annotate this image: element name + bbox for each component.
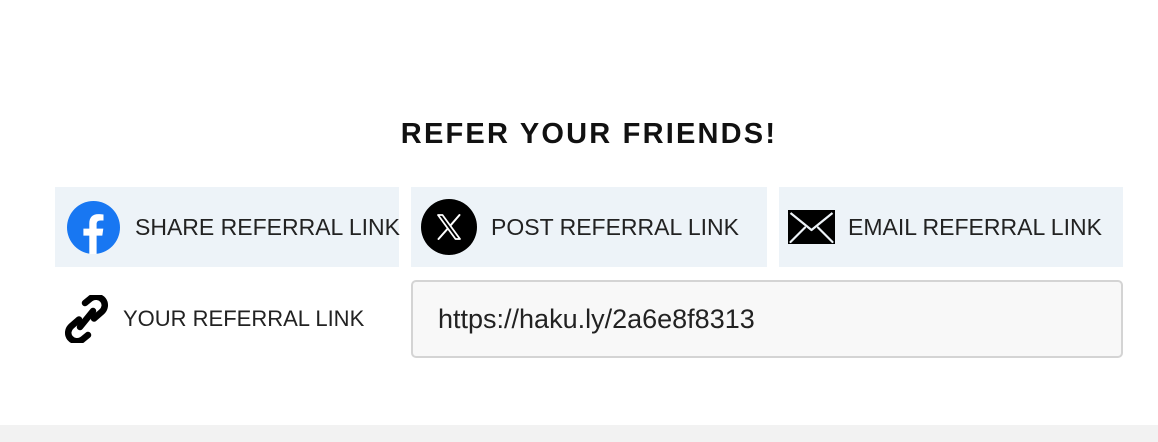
referral-title: REFER YOUR FRIENDS! <box>400 118 778 150</box>
post-x-label: POST REFERRAL LINK <box>491 213 739 240</box>
envelope-icon <box>788 210 835 244</box>
referral-link-label-row: YOUR REFERRAL LINK <box>55 280 399 358</box>
referral-page: REFER YOUR FRIENDS! SHARE REFERRAL LINK … <box>0 0 1158 442</box>
referral-link-label: YOUR REFERRAL LINK <box>123 306 365 331</box>
share-facebook-button[interactable]: SHARE REFERRAL LINK <box>55 187 400 267</box>
chain-link-icon <box>64 295 109 343</box>
email-referral-button[interactable]: EMAIL REFERRAL LINK <box>779 187 1123 267</box>
facebook-icon <box>67 200 120 254</box>
x-logo-icon <box>421 199 477 255</box>
email-referral-label: EMAIL REFERRAL LINK <box>848 213 1102 240</box>
share-facebook-label: SHARE REFERRAL LINK <box>135 213 400 240</box>
footer-strip <box>0 425 1158 442</box>
post-x-button[interactable]: POST REFERRAL LINK <box>411 187 767 267</box>
referral-link-field[interactable] <box>411 280 1123 358</box>
